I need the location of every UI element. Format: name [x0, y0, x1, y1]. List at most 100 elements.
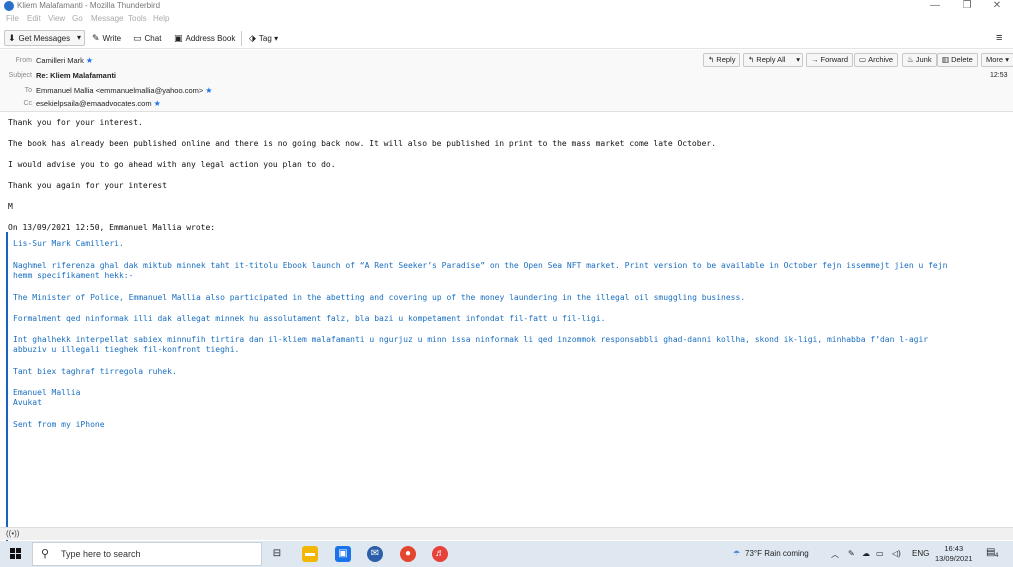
more-button[interactable]: More ▾	[981, 53, 1013, 67]
quote-line: Tant biex taghraf tirregola ruhek.	[13, 367, 177, 376]
quote-line: Lis-Sur Mark Camilleri.	[13, 239, 124, 248]
task-view-icon[interactable]: ⊟	[269, 546, 285, 562]
from-label: From	[15, 57, 32, 64]
language-indicator[interactable]: ENG	[912, 549, 929, 558]
chat-button[interactable]: ▭ Chat	[129, 30, 165, 46]
message-body: Thank you for your interest. The book ha…	[0, 113, 1013, 550]
chevron-down-icon[interactable]: ▾	[77, 31, 81, 45]
tag-button[interactable]: ⬗ Tag ▾	[245, 30, 282, 46]
reply-all-button[interactable]: ↰ Reply All ▾	[743, 53, 803, 67]
search-placeholder: Type here to search	[61, 549, 141, 559]
quote-line: abbuziv u illegali tieghek fil-konfront …	[13, 345, 240, 354]
chevron-down-icon[interactable]: ▾	[796, 54, 800, 66]
star-icon[interactable]: ★	[154, 99, 161, 108]
menu-tools[interactable]: Tools	[128, 14, 147, 23]
chevron-down-icon: ▾	[274, 34, 279, 43]
quote-line: Formalment qed ninformak illi dak allega…	[13, 314, 606, 323]
minimize-button[interactable]: —	[918, 0, 952, 12]
quote-line: Emanuel Mallia	[13, 388, 81, 397]
taskbar-search-box[interactable]: ⚲ Type here to search	[32, 542, 262, 566]
to-label: To	[24, 87, 32, 94]
tag-icon: ⬗	[249, 33, 256, 43]
window-title: Kliem Malafamanti - Mozilla Thunderbird	[17, 1, 161, 10]
body-line: The book has already been published onli…	[8, 139, 717, 148]
menu-edit[interactable]: Edit	[27, 14, 41, 23]
menu-message[interactable]: Message	[91, 14, 123, 23]
write-button[interactable]: ✎ Write	[88, 30, 125, 46]
delete-button[interactable]: ▥ Delete	[937, 53, 978, 67]
thunderbird-taskbar-icon[interactable]: ✉	[367, 546, 383, 562]
message-time: 12:53	[990, 72, 1008, 79]
weather-icon: ☂	[733, 549, 741, 558]
menu-go[interactable]: Go	[72, 14, 83, 23]
status-bar: ((•))	[0, 527, 1013, 540]
quote-line: Naghmel riferenza ghal dak miktub minnek…	[13, 261, 948, 270]
main-toolbar: ⬇ Get Messages ▾ ✎ Write ▭ Chat ▣ Address Bo…	[0, 27, 1013, 49]
weather-status[interactable]: 73°F Rain coming	[745, 549, 809, 558]
body-line: Thank you for your interest.	[8, 118, 143, 127]
thunderbird-logo-icon	[4, 1, 14, 11]
quote-line: The Minister of Police, Emmanuel Mallia …	[13, 293, 746, 302]
app-icon[interactable]: ♬	[432, 546, 448, 562]
body-line: M	[8, 202, 13, 211]
body-line: Thank you again for your interest	[8, 181, 167, 190]
from-value[interactable]: Camilleri Mark ★	[36, 56, 93, 65]
speaker-icon[interactable]: ◁)	[892, 549, 901, 558]
reply-all-icon: ↰	[748, 55, 755, 64]
menu-view[interactable]: View	[48, 14, 65, 23]
quoted-message	[6, 232, 1006, 550]
archive-button[interactable]: ▭ Archive	[854, 53, 899, 67]
toolbar-separator	[241, 31, 242, 46]
chrome-icon[interactable]: ●	[400, 546, 416, 562]
trash-icon: ▥	[942, 55, 950, 64]
cc-value[interactable]: esekielpsaila@emaadvocates.com ★	[36, 99, 161, 108]
chevron-down-icon: ▾	[1005, 55, 1009, 64]
notification-count: 4	[995, 553, 999, 559]
close-button[interactable]: ✕	[980, 0, 1013, 12]
subject-label: Subject	[8, 72, 32, 79]
cloud-icon[interactable]: ☁	[862, 549, 870, 558]
file-explorer-icon[interactable]: ▬	[302, 546, 318, 562]
pen-icon[interactable]: ✎	[848, 549, 855, 558]
forward-button[interactable]: → Forward	[806, 53, 854, 67]
chat-icon: ▭	[133, 33, 142, 43]
app-menu-button[interactable]: ≡	[992, 30, 1006, 46]
to-value[interactable]: Emmanuel Mallia <emmanuelmallia@yahoo.co…	[36, 86, 212, 95]
junk-icon: ♨	[907, 55, 914, 64]
chevron-up-icon[interactable]: ︿	[831, 549, 839, 560]
reply-icon: ↰	[708, 55, 715, 64]
message-header: From Camilleri Mark ★ Subject Re: Kliem M…	[0, 50, 1013, 112]
quote-line: Int ghalhekk interpellat sabiex minnufih…	[13, 335, 929, 344]
battery-icon[interactable]: ▭	[876, 549, 884, 558]
windows-start-icon[interactable]	[10, 548, 22, 560]
quote-line: Sent from my iPhone	[13, 420, 105, 429]
star-icon[interactable]: ★	[205, 86, 212, 95]
menu-bar: File Edit View Go Message Tools Help	[0, 12, 1013, 25]
clock-date: 13/09/2021	[935, 554, 973, 563]
get-messages-button[interactable]: ⬇ Get Messages ▾	[4, 30, 85, 46]
quote-line: Avukat	[13, 398, 42, 407]
quote-line: hemm specifikament hekk:-	[13, 271, 134, 280]
pencil-icon: ✎	[92, 33, 100, 43]
title-bar: Kliem Malafamanti - Mozilla Thunderbird …	[0, 0, 1013, 12]
address-book-icon: ▣	[174, 33, 183, 43]
quote-attribution: On 13/09/2021 12:50, Emmanuel Mallia wro…	[8, 223, 216, 232]
junk-button[interactable]: ♨ Junk	[902, 53, 937, 67]
store-icon[interactable]: ▣	[335, 546, 351, 562]
reply-button[interactable]: ↰ Reply	[703, 53, 741, 67]
clock[interactable]: 16:43 13/09/2021	[935, 544, 973, 564]
download-icon: ⬇	[8, 33, 16, 43]
windows-taskbar: ⚲ Type here to search ⊟ ▬ ▣ ✉ ● ♬ ☂ 73°F…	[0, 541, 1013, 567]
restore-button[interactable]: ❐	[950, 0, 984, 12]
menu-file[interactable]: File	[6, 14, 19, 23]
subject-value: Re: Kliem Malafamanti	[36, 71, 117, 80]
cc-label: Cc	[23, 100, 32, 107]
forward-icon: →	[811, 55, 819, 64]
archive-icon: ▭	[859, 55, 867, 64]
online-status-icon[interactable]: ((•))	[6, 529, 19, 538]
star-icon[interactable]: ★	[86, 56, 93, 65]
clock-time: 16:43	[944, 544, 964, 553]
menu-help[interactable]: Help	[153, 14, 169, 23]
search-icon: ⚲	[41, 548, 50, 560]
address-book-button[interactable]: ▣ Address Book	[170, 30, 239, 46]
